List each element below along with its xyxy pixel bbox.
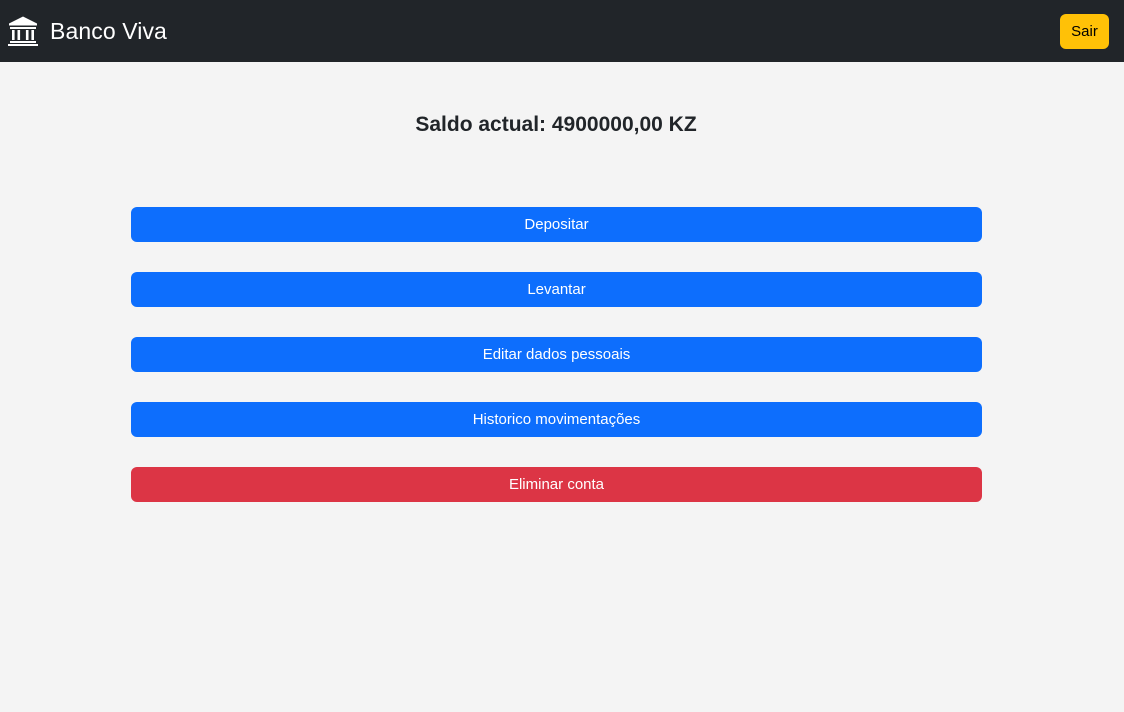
logout-button[interactable]: Sair (1060, 13, 1109, 49)
actions-list: Depositar Levantar Editar dados pessoais… (131, 207, 982, 502)
history-button[interactable]: Historico movimentações (131, 402, 982, 437)
deposit-button[interactable]: Depositar (131, 207, 982, 242)
brand[interactable]: Banco Viva (7, 15, 167, 47)
balance-heading: Saldo actual: 4900000,00 KZ (415, 113, 697, 136)
brand-name: Banco Viva (50, 17, 167, 44)
bank-icon (7, 15, 39, 47)
delete-account-button[interactable]: Eliminar conta (131, 467, 982, 502)
edit-profile-button[interactable]: Editar dados pessoais (131, 337, 982, 372)
main-content: Saldo actual: 4900000,00 KZ Depositar Le… (0, 62, 1124, 712)
navbar: Banco Viva Sair (0, 0, 1124, 62)
withdraw-button[interactable]: Levantar (131, 272, 982, 307)
